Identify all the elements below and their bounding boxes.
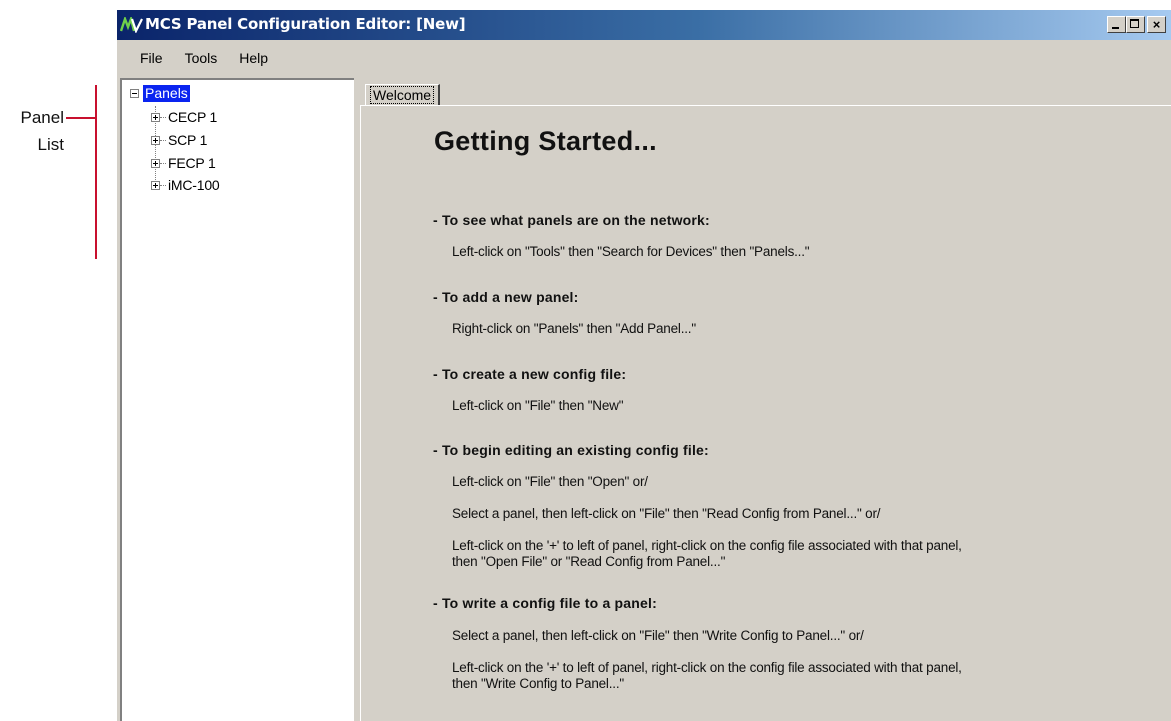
tree-node-label[interactable]: CECP 1 bbox=[168, 109, 217, 125]
expand-icon[interactable] bbox=[151, 158, 160, 168]
close-button[interactable]: × bbox=[1147, 16, 1166, 33]
tree-node-imc-100[interactable]: iMC-100 bbox=[151, 176, 220, 194]
panel-list-callout-label: Panel List bbox=[0, 104, 64, 158]
title-bar[interactable]: MCS Panel Configuration Editor: [New] × bbox=[117, 10, 1171, 40]
section-title: - To add a new panel: bbox=[433, 289, 579, 305]
instruction-line: Left-click on "Tools" then "Search for D… bbox=[452, 244, 810, 259]
window-controls: × bbox=[1107, 16, 1166, 34]
callout-bracket-line bbox=[95, 85, 97, 259]
tab-welcome-label: Welcome bbox=[370, 86, 435, 104]
app-window: MCS Panel Configuration Editor: [New] × … bbox=[117, 10, 1171, 721]
section-title: - To see what panels are on the network: bbox=[433, 212, 710, 228]
tree-node-cecp-1[interactable]: CECP 1 bbox=[151, 108, 217, 126]
tree-branch-line bbox=[160, 116, 166, 118]
menu-help[interactable]: Help bbox=[228, 48, 279, 68]
close-icon: × bbox=[1152, 17, 1161, 32]
instruction-line: Right-click on "Panels" then "Add Panel.… bbox=[452, 321, 696, 336]
maximize-button[interactable] bbox=[1126, 16, 1145, 33]
tree-node-scp-1[interactable]: SCP 1 bbox=[151, 131, 207, 149]
instruction-line: Left-click on "File" then "Open" or/ bbox=[452, 474, 648, 489]
mcs-app-icon bbox=[120, 17, 143, 33]
instruction-line: Left-click on the '+' to left of panel, … bbox=[452, 538, 962, 553]
page-title: Getting Started... bbox=[434, 126, 657, 156]
tree-branch-line bbox=[160, 139, 166, 141]
tree-node-fecp-1[interactable]: FECP 1 bbox=[151, 154, 216, 172]
maximize-icon bbox=[1130, 19, 1139, 28]
section-title: - To begin editing an existing config fi… bbox=[433, 442, 709, 458]
section-title: - To create a new config file: bbox=[433, 366, 627, 382]
tree-node-panels[interactable]: Panels bbox=[130, 85, 190, 102]
callout-pointer-line bbox=[66, 117, 97, 119]
callout-label-line-2: List bbox=[37, 135, 64, 154]
panel-list-tree[interactable]: Panels CECP 1 SCP 1 FECP 1 iMC-100 bbox=[120, 78, 354, 721]
instruction-line: Left-click on the '+' to left of panel, … bbox=[452, 660, 962, 675]
tab-welcome[interactable]: Welcome bbox=[365, 84, 441, 105]
instruction-line: Select a panel, then left-click on "File… bbox=[452, 506, 881, 521]
collapse-icon[interactable] bbox=[130, 89, 139, 98]
minimize-button[interactable] bbox=[1107, 16, 1126, 33]
tree-branch-line bbox=[160, 184, 166, 186]
instruction-line: then "Write Config to Panel..." bbox=[452, 676, 624, 691]
instruction-line: Left-click on "File" then "New" bbox=[452, 398, 624, 413]
expand-icon[interactable] bbox=[151, 135, 160, 145]
callout-label-line-1: Panel bbox=[20, 108, 64, 127]
expand-icon[interactable] bbox=[151, 112, 160, 122]
tree-branch-line bbox=[160, 162, 166, 164]
menu-bar: File Tools Help bbox=[117, 40, 1171, 76]
tree-node-label[interactable]: iMC-100 bbox=[168, 177, 220, 193]
tree-node-label[interactable]: Panels bbox=[143, 85, 190, 102]
window-title: MCS Panel Configuration Editor: [New] bbox=[145, 15, 466, 33]
tree-node-label[interactable]: FECP 1 bbox=[168, 155, 216, 171]
expand-icon[interactable] bbox=[151, 180, 160, 190]
menu-file[interactable]: File bbox=[129, 48, 174, 68]
menu-tools[interactable]: Tools bbox=[174, 48, 229, 68]
instruction-line: Select a panel, then left-click on "File… bbox=[452, 628, 864, 643]
section-title: - To write a config file to a panel: bbox=[433, 595, 657, 611]
instruction-line: then "Open File" or "Read Config from Pa… bbox=[452, 554, 726, 569]
tree-node-label[interactable]: SCP 1 bbox=[168, 132, 207, 148]
content-area: Welcome Getting Started... - To see what… bbox=[357, 78, 1171, 721]
minimize-icon bbox=[1112, 27, 1119, 29]
